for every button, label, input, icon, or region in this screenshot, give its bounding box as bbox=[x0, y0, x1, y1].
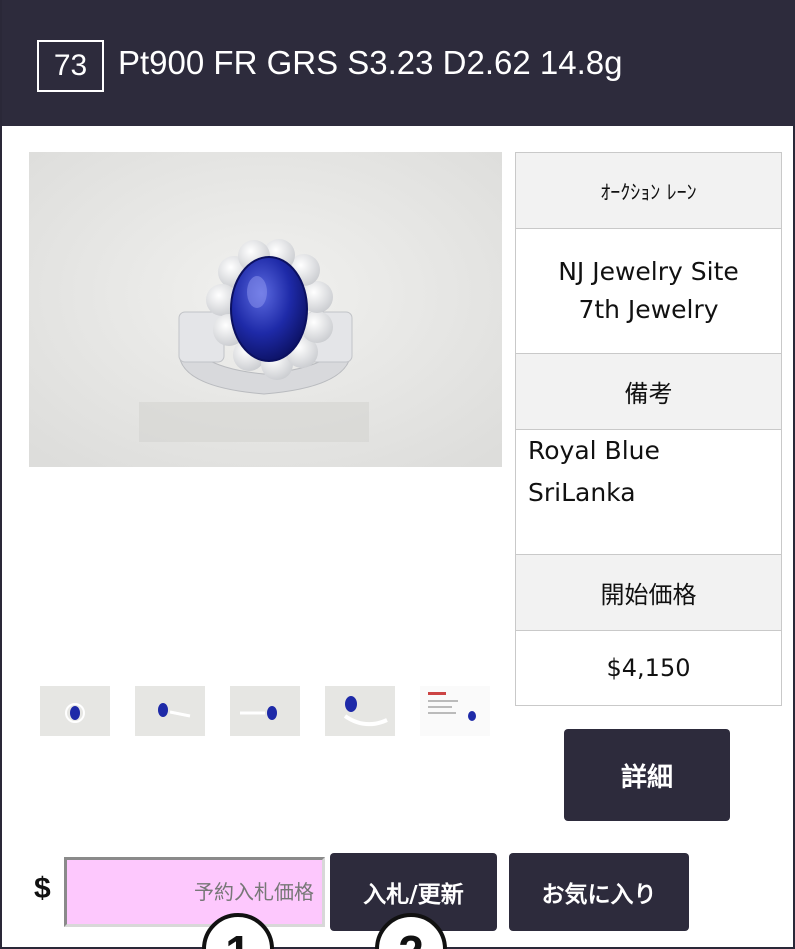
detail-button[interactable]: 詳細 bbox=[564, 729, 730, 821]
ring-image bbox=[29, 152, 502, 467]
start-price-label: 開始価格 bbox=[516, 555, 781, 631]
remarks-line2: SriLanka bbox=[528, 478, 636, 507]
lot-card: 73 Pt900 FR GRS S3.23 D2.62 14.8g ｵｰｸｼｮﾝ… bbox=[0, 0, 795, 949]
thumbnail-4[interactable] bbox=[325, 686, 395, 736]
remarks-label: 備考 bbox=[516, 354, 781, 430]
thumbnail-3[interactable] bbox=[230, 686, 300, 736]
thumbnail-certificate[interactable] bbox=[420, 686, 490, 736]
thumbnail-strip bbox=[40, 686, 495, 736]
auction-lane-line2: 7th Jewelry bbox=[578, 295, 719, 324]
auction-lane-value: NJ Jewelry Site 7th Jewelry bbox=[516, 229, 781, 354]
remarks-line1: Royal Blue bbox=[528, 436, 660, 465]
remarks-value: Royal Blue SriLanka bbox=[516, 430, 781, 555]
lot-number-badge: 73 bbox=[37, 40, 104, 92]
lot-header: 73 Pt900 FR GRS S3.23 D2.62 14.8g bbox=[2, 0, 795, 126]
favorite-button[interactable]: お気に入り bbox=[509, 853, 689, 931]
lot-info-table: ｵｰｸｼｮﾝ ﾚｰﾝ NJ Jewelry Site 7th Jewelry 備… bbox=[515, 152, 782, 706]
ring-thumbnail-icon bbox=[65, 703, 85, 723]
thumbnail-1[interactable] bbox=[40, 686, 110, 736]
start-price-value: $4,150 bbox=[606, 654, 691, 682]
certificate-thumbnail-icon bbox=[428, 692, 476, 721]
ring-thumbnail-icon bbox=[240, 706, 277, 720]
reserve-bid-price-input[interactable] bbox=[64, 857, 325, 927]
thumbnail-2[interactable] bbox=[135, 686, 205, 736]
main-product-photo[interactable] bbox=[29, 152, 502, 467]
ring-thumbnail-icon bbox=[158, 703, 191, 718]
ring-thumbnail-icon bbox=[343, 696, 388, 727]
auction-lane-label: ｵｰｸｼｮﾝ ﾚｰﾝ bbox=[516, 153, 781, 229]
currency-symbol: $ bbox=[34, 872, 51, 905]
lot-title: Pt900 FR GRS S3.23 D2.62 14.8g bbox=[118, 44, 623, 81]
auction-lane-line1: NJ Jewelry Site bbox=[558, 257, 739, 286]
